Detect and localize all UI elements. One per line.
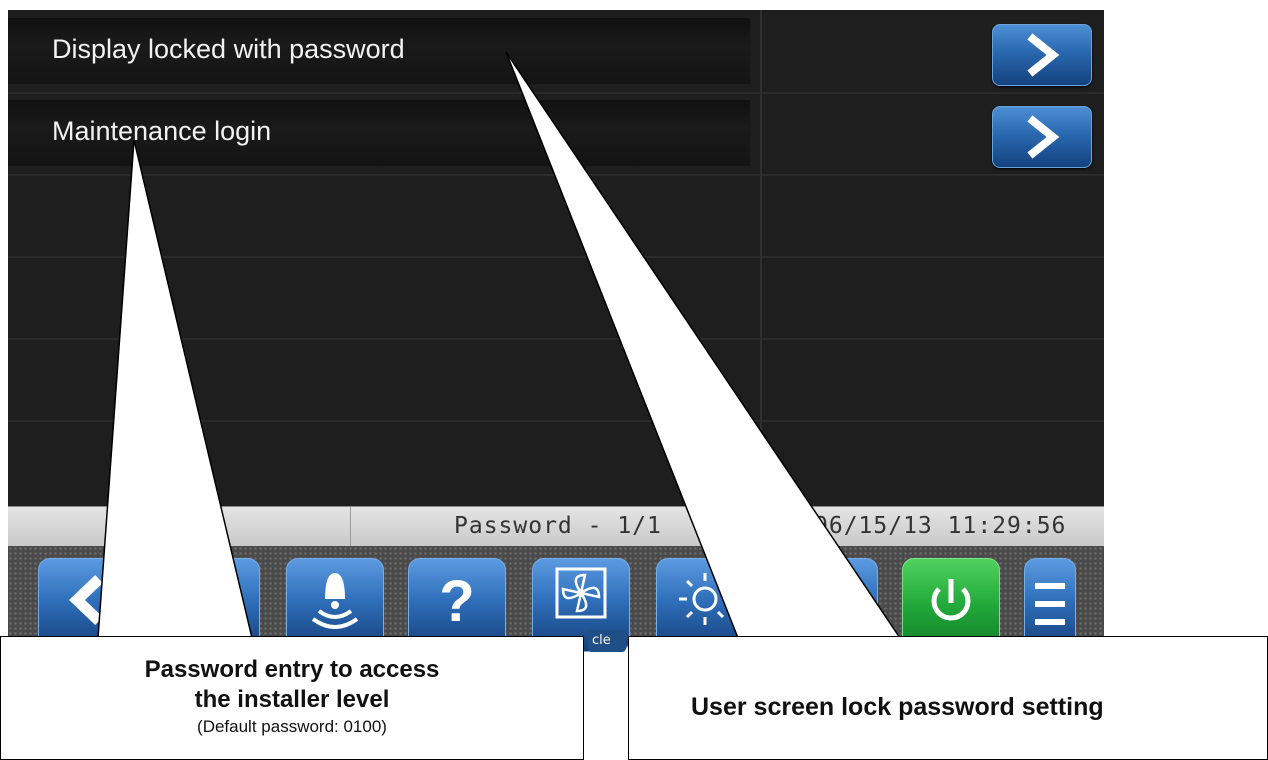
callout-note: (Default password: 0100) <box>197 717 387 736</box>
menu-item-label: Display locked with password <box>52 34 405 64</box>
button-caption: cle <box>588 630 626 652</box>
divider <box>8 338 1104 340</box>
fan-icon <box>555 567 607 619</box>
chevron-right-icon <box>1027 33 1060 77</box>
svg-text:?: ? <box>439 569 474 634</box>
page-indicator: Password - 1/1 <box>454 513 662 539</box>
divider <box>8 92 1104 94</box>
callout-screen-lock: User screen lock password setting <box>628 636 1268 760</box>
menu-item-maintenance-login[interactable]: Maintenance login <box>8 100 750 166</box>
callout-title: User screen lock password setting <box>691 693 1104 721</box>
power-icon <box>931 579 971 621</box>
device-screen: Display locked with password Maintenance… <box>8 10 1104 652</box>
divider <box>8 256 1104 258</box>
date-time: 06/15/13 11:29:56 <box>814 513 1067 539</box>
menu-item-display-lock[interactable]: Display locked with password <box>8 18 750 84</box>
menu-icon <box>1035 583 1065 625</box>
back-icon <box>69 575 103 625</box>
status-bar: Password - 1/1 06/15/13 11:29:56 <box>8 506 1104 547</box>
column-divider <box>760 10 762 506</box>
divider <box>8 420 1104 422</box>
user-icon <box>199 579 223 603</box>
alarm-bell-icon <box>311 573 359 629</box>
bottom-toolbar: ? <box>8 546 1104 652</box>
open-display-lock-button[interactable] <box>992 24 1092 86</box>
schedule-icon <box>781 559 877 641</box>
help-icon: ? <box>439 569 474 634</box>
status-segment <box>8 507 351 547</box>
divider <box>8 174 1104 176</box>
sun-icon <box>679 573 731 625</box>
callout-title: the installer level <box>194 686 390 713</box>
open-maintenance-login-button[interactable] <box>992 106 1092 168</box>
callout-title: Password entry to access <box>144 656 440 683</box>
chevron-right-icon <box>1027 115 1060 159</box>
callout-installer-password: Password entry to access the installer l… <box>0 636 584 760</box>
menu-item-label: Maintenance login <box>52 116 272 146</box>
